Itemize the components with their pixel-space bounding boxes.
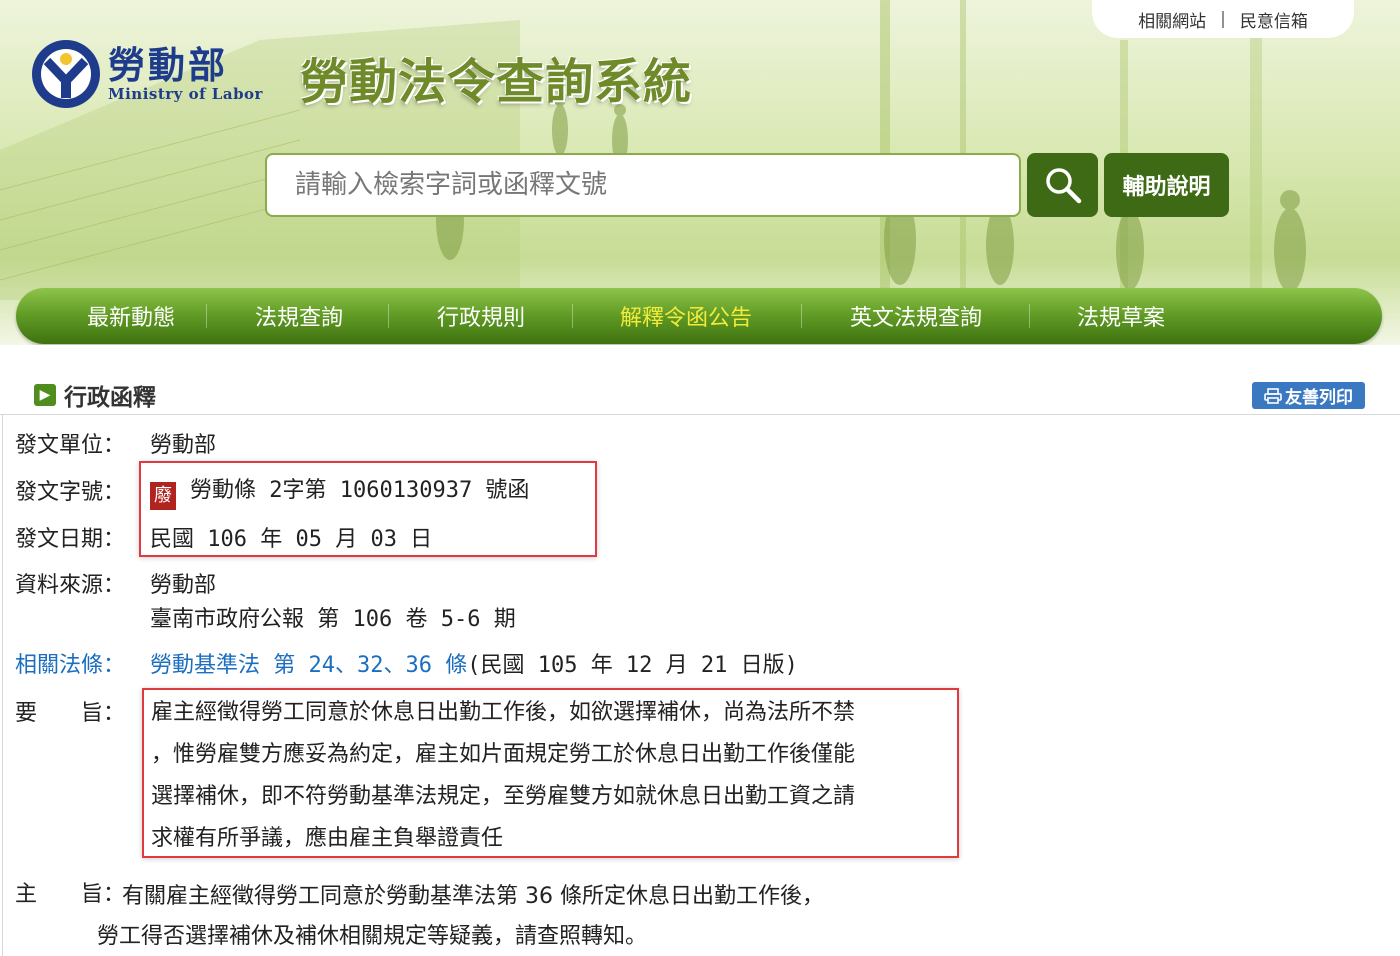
nav-admin-rules[interactable]: 行政規則 [396,288,566,344]
nav-divider [572,304,573,328]
main-subject-line-1: 有關雇主經徵得勞工同意於勞動基準法第 36 條所定休息日出勤工作後， [122,884,824,909]
logo-english-text: Ministry of Labor [108,85,263,103]
help-button[interactable]: 輔助說明 [1104,153,1229,217]
printer-icon [1264,387,1282,404]
nav-interpretations[interactable]: 解釋令函公告 [586,288,786,344]
print-button[interactable]: 友善列印 [1252,382,1365,409]
issuer-label: 發文單位： [15,433,126,458]
nav-divider [388,304,389,328]
nav-divider [206,304,207,328]
source-line-1: 勞動部 [150,573,217,598]
summary-label: 要 旨： [15,701,126,726]
related-law-value: 勞動基準法 第 24、32、36 條(民國 105 年 12 月 21 日版) [150,647,798,679]
top-links: 相關網站 | 民意信箱 [1092,0,1354,38]
logo-chinese-text: 勞動部 [108,43,228,87]
feedback-mailbox-link[interactable]: 民意信箱 [1240,7,1308,32]
content-left-border [2,414,3,956]
document-number-label: 發文字號： [15,480,126,505]
related-law-label: 相關法條： [15,653,126,678]
search-button[interactable] [1027,153,1098,217]
highlight-box-summary [142,688,959,858]
content-divider [0,414,1400,415]
main-nav: 最新動態 法規查詢 行政規則 解釋令函公告 英文法規查詢 法規草案 [16,288,1382,344]
print-button-label: 友善列印 [1285,388,1353,408]
related-law-version: (民國 105 年 12 月 21 日版) [467,653,798,678]
source-line-2: 臺南市政府公報 第 106 卷 5-6 期 [150,607,516,632]
search-icon [1045,168,1081,204]
section-title: 行政函釋 [64,385,156,411]
highlight-box-number-date [139,461,597,557]
main-subject-label: 主 旨： [15,882,126,907]
ministry-emblem-icon [32,40,100,108]
site-header: 相關網站 | 民意信箱 勞動部 Ministry of Labor 勞動法令查詢… [0,0,1400,345]
nav-draft-regulations[interactable]: 法規草案 [1046,288,1196,344]
nav-english-regulations[interactable]: 英文法規查詢 [816,288,1016,344]
issue-date-label: 發文日期： [15,527,126,552]
nav-divider [1029,304,1030,328]
section-heading: ▶ 行政函釋 [34,378,156,412]
nav-divider [801,304,802,328]
main-subject-line-2: 勞工得否選擇補休及補休相關規定等疑義，請查照轉知。 [97,924,648,949]
system-title: 勞動法令查詢系統 [300,54,693,110]
top-links-separator: | [1220,9,1226,29]
nav-latest-news[interactable]: 最新動態 [46,288,216,344]
ministry-logo[interactable]: 勞動部 Ministry of Labor [30,38,263,110]
source-label: 資料來源： [15,573,126,598]
issuer-value: 勞動部 [150,433,217,458]
related-sites-link[interactable]: 相關網站 [1138,7,1206,32]
nav-regulation-search[interactable]: 法規查詢 [214,288,384,344]
arrow-right-icon: ▶ [34,384,56,406]
search-input[interactable] [265,153,1021,217]
related-law-link[interactable]: 勞動基準法 第 24、32、36 條 [150,653,467,678]
